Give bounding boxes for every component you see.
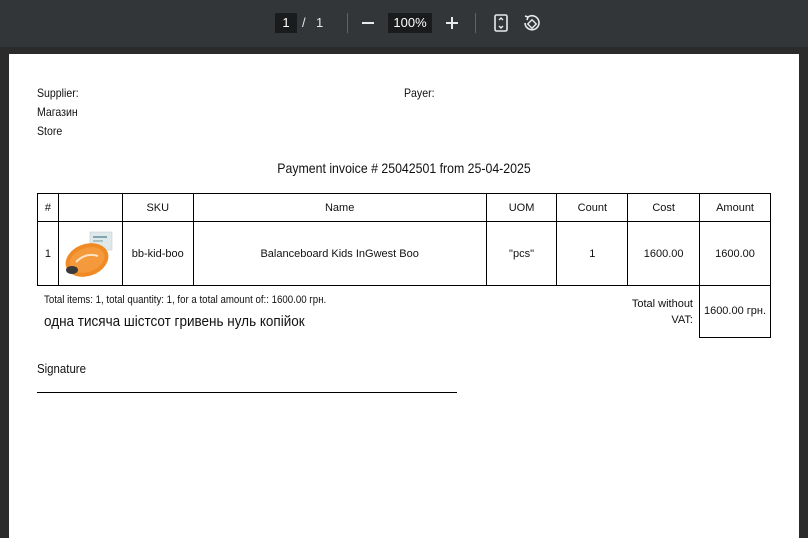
- col-header-count: Count: [556, 193, 629, 222]
- row-uom: "pcs": [485, 221, 558, 286]
- amount-in-words: одна тисяча шістсот гривень нуль копійок: [44, 313, 305, 330]
- signature-label: Signature: [37, 361, 86, 376]
- supplier-name: Магазин: [37, 105, 78, 119]
- page-number-input[interactable]: 1: [275, 13, 297, 33]
- toolbar-divider: [347, 13, 348, 33]
- product-thumbnail: [57, 221, 123, 286]
- total-label-line-1: Total without: [631, 298, 693, 310]
- row-count: 1: [556, 221, 629, 286]
- pdf-toolbar: 1 / 1 100%: [0, 0, 808, 47]
- row-number: 1: [37, 221, 59, 286]
- col-header-name: Name: [192, 193, 487, 222]
- col-header-uom: UOM: [485, 193, 558, 222]
- page-total: 1: [316, 15, 324, 30]
- row-sku: bb-kid-boo: [121, 221, 194, 286]
- page-separator: /: [302, 15, 306, 30]
- supplier-label: Supplier:: [37, 86, 79, 100]
- invoice-table: # SKU Name UOM Count Cost Amount 1 bb-ki…: [37, 193, 771, 286]
- row-amount: 1600.00: [699, 221, 771, 286]
- supplier-name-2: Store: [37, 124, 63, 138]
- payer-label: Payer:: [404, 86, 435, 100]
- col-header-sku: SKU: [121, 193, 194, 222]
- invoice-title: Payment invoice # 25042501 from 25-04-20…: [277, 160, 531, 176]
- col-header-cost: Cost: [627, 193, 701, 222]
- col-header-amount: Amount: [699, 193, 771, 222]
- toolbar-divider: [475, 13, 476, 33]
- zoom-out-button[interactable]: [357, 11, 379, 35]
- zoom-input[interactable]: 100%: [388, 13, 432, 33]
- row-name: Balanceboard Kids InGwest Boo: [192, 221, 487, 286]
- rotate-button[interactable]: [522, 13, 542, 33]
- zoom-in-button[interactable]: [441, 11, 463, 35]
- minus-icon: [362, 22, 374, 24]
- col-header-image: [57, 193, 123, 222]
- plus-icon: [446, 17, 458, 29]
- totals-summary: Total items: 1, total quantity: 1, for a…: [44, 294, 327, 306]
- table-header-row: # SKU Name UOM Count Cost Amount: [37, 193, 771, 222]
- total-label-line-2: VAT:: [671, 314, 693, 326]
- total-without-vat-label: Total without VAT:: [623, 296, 693, 328]
- col-header-number: #: [37, 193, 59, 222]
- pdf-page: Supplier: Магазин Store Payer: Payment i…: [9, 54, 799, 538]
- balanceboard-image: [66, 231, 113, 277]
- signature-line: [37, 392, 457, 393]
- fit-page-icon: [494, 14, 508, 32]
- row-cost: 1600.00: [627, 221, 701, 286]
- rotate-icon: [524, 14, 540, 31]
- total-value: 1600.00 грн.: [699, 285, 771, 338]
- table-row: 1 bb-kid-boo Balanceboard Kids InGwest B…: [37, 221, 771, 286]
- fit-page-button[interactable]: [491, 13, 511, 33]
